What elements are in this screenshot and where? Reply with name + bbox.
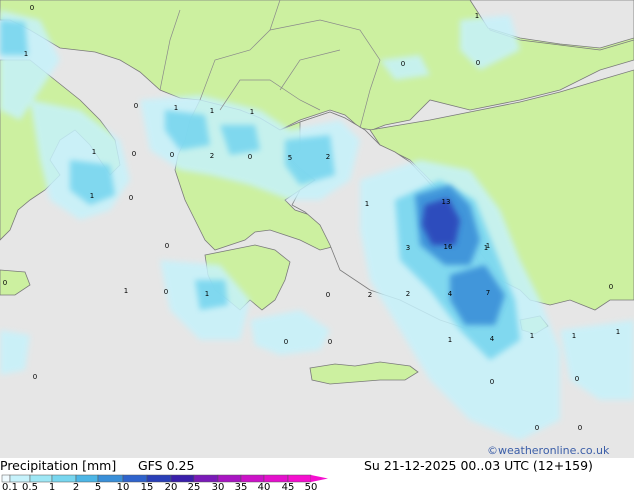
precip-value-label: 1	[475, 12, 479, 20]
precip-value-label: 0	[575, 375, 579, 383]
precip-value-label: 1	[124, 287, 128, 295]
legend-swatch	[146, 474, 172, 483]
legend-tick-label: 1	[48, 482, 56, 493]
legend-tick-label: 5	[94, 482, 102, 493]
precip-value-label: 0	[609, 283, 613, 291]
legend-swatch	[1, 474, 11, 483]
legend-swatch	[240, 474, 265, 483]
precip-value-label: 7	[486, 289, 490, 297]
precip-value-label: 0	[165, 242, 169, 250]
legend-tick-label: 50	[304, 482, 318, 493]
precip-value-label: 1	[572, 332, 576, 340]
precip-value-label: 0	[328, 338, 332, 346]
precip-value-label: 1	[616, 328, 620, 336]
precip-value-label: 0	[30, 4, 34, 12]
legend-swatch	[51, 474, 77, 483]
valid-time-label: Su 21-12-2025 00..03 UTC (12+159)	[364, 458, 593, 473]
legend-tick-label: 15	[140, 482, 154, 493]
legend-swatch	[97, 474, 124, 483]
precip-value-label: 2	[326, 153, 330, 161]
legend-tick-label: 30	[211, 482, 225, 493]
precip-value-label: 1	[205, 290, 209, 298]
precip-value-label: 16	[444, 243, 453, 251]
precip-value-label: 0	[578, 424, 582, 432]
precip-value-label: 2	[368, 291, 372, 299]
precip-value-label: 1	[174, 104, 178, 112]
precip-value-label: 0	[284, 338, 288, 346]
precip-value-label: 0	[33, 373, 37, 381]
precip-value-label: 4	[448, 290, 453, 298]
title-label: Precipitation [mm]	[0, 458, 117, 473]
legend-tick-label: 40	[257, 482, 271, 493]
legend-swatch	[122, 474, 148, 483]
precip-value-label: 0	[129, 194, 133, 202]
precip-value-label: 0	[490, 378, 494, 386]
precip-value-label: 0	[170, 151, 174, 159]
copyright-label: ©weatheronline.co.uk	[487, 444, 610, 457]
legend-tick-label: 0.1	[2, 482, 18, 493]
model-label: GFS 0.25	[138, 458, 195, 473]
legend-tick-label: 20	[164, 482, 178, 493]
legend-tick-label: 0.5	[22, 482, 38, 493]
precip-value-label: 13	[442, 198, 451, 206]
legend-tick-label: 25	[187, 482, 201, 493]
legend-swatch	[217, 474, 242, 483]
precip-value-label: 1	[530, 332, 534, 340]
precip-value-label: 0	[132, 150, 136, 158]
precip-value-label: 1	[250, 108, 254, 116]
precip-value-label: 0	[164, 288, 168, 296]
legend-swatch	[170, 474, 195, 483]
legend-arrow	[311, 475, 328, 482]
precip-value-label: 1	[90, 192, 94, 200]
precip-value-label: 0	[326, 291, 330, 299]
legend-swatch	[9, 474, 31, 483]
legend-swatch	[287, 474, 312, 483]
precip-value-label: 1	[92, 148, 96, 156]
precip-value-label: 3	[406, 244, 410, 252]
legend-swatch	[29, 474, 53, 483]
precip-value-label: 1	[484, 244, 488, 252]
precip-value-label: 1	[448, 336, 452, 344]
legend-swatch	[193, 474, 219, 483]
legend-tick-label: 10	[116, 482, 130, 493]
precip-value-label: 0	[3, 279, 7, 287]
precip-value-label: 2	[210, 152, 214, 160]
precip-value-label: 0	[134, 102, 138, 110]
precip-value-label: 1	[365, 200, 369, 208]
legend-swatch	[75, 474, 99, 483]
precip-value-label: 5	[288, 154, 292, 162]
precip-value-label: 0	[248, 153, 252, 161]
legend-tick-label: 35	[234, 482, 248, 493]
precip-value-label: 0	[401, 60, 405, 68]
legend-swatch	[263, 474, 289, 483]
precip-value-label: 1	[210, 107, 214, 115]
precip-value-label: 1	[24, 50, 28, 58]
legend-tick-label: 45	[281, 482, 295, 493]
precip-value-label: 4	[490, 335, 495, 343]
legend-tick-label: 2	[72, 482, 80, 493]
precip-value-label: 0	[535, 424, 539, 432]
precip-value-label: 0	[476, 59, 480, 67]
precipitation-map: 0 1 0 1 1 1 0 0 2 0 1 0 5 2 1 0 1 1 0 0 1 0 1 0 1 0 13 3 16 1 2 4 7 1 4 1 1 0…	[0, 0, 634, 458]
precip-value-label: 2	[406, 290, 410, 298]
